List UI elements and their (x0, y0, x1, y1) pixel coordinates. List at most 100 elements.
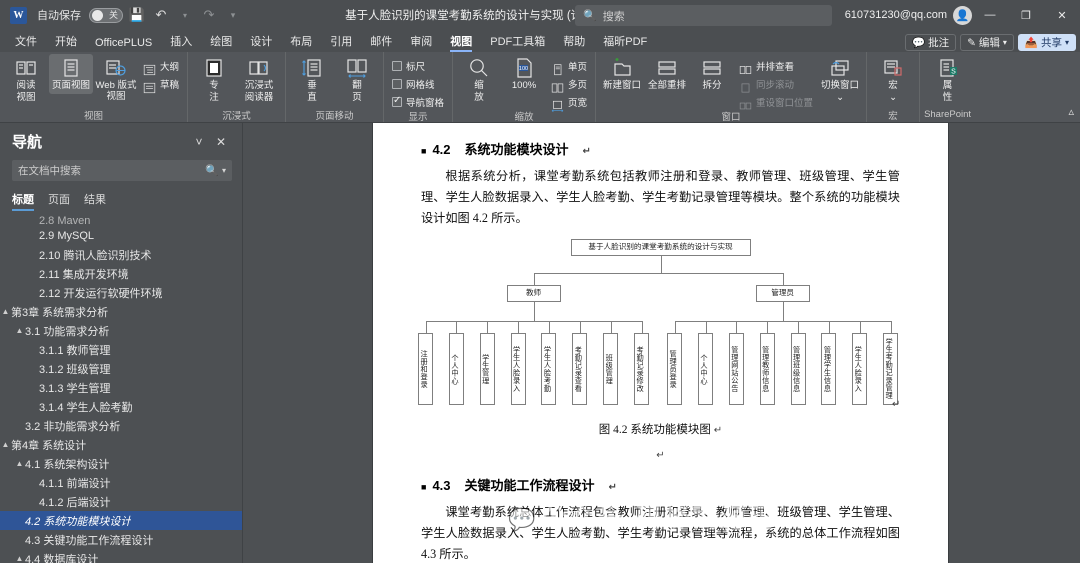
navigation-item[interactable]: 4.1.1 前端设计 (0, 473, 242, 492)
ribbon-button-新建窗口[interactable]: 新建窗口 (600, 54, 644, 94)
navigation-item[interactable]: 3.1.1 教师管理 (0, 340, 242, 359)
close-icon[interactable]: ✕ (210, 132, 232, 152)
expand-triangle-icon[interactable]: ▲ (0, 440, 11, 449)
ribbon-button-宏[interactable]: 宏 ⌄ (871, 54, 915, 106)
chevron-down-icon[interactable]: ˅ (188, 132, 210, 152)
chevron-down-icon[interactable]: ▾ (222, 166, 226, 175)
ribbon-button-拆分[interactable]: 拆分 (690, 54, 734, 94)
figure-caption-4-2: 图 4.2 系统功能模块图 ↵ (421, 421, 900, 437)
navigation-search-input[interactable]: 在文档中搜索 🔍 ▾ (12, 160, 232, 181)
restore-button[interactable]: ❐ (1008, 0, 1044, 30)
ribbon-tab-1[interactable]: 开始 (46, 31, 86, 52)
navigation-item[interactable]: 4.1.2 后端设计 (0, 492, 242, 511)
minimize-button[interactable]: — (972, 0, 1008, 30)
navigation-tab-1[interactable]: 页面 (48, 191, 70, 210)
navigation-item[interactable]: 4.3 关键功能工作流程设计 (0, 530, 242, 549)
undo-dropdown-icon[interactable]: ▾ (175, 5, 195, 25)
ribbon-tab-13[interactable]: 福昕PDF (594, 31, 656, 52)
ribbon-tab-7[interactable]: 引用 (321, 31, 361, 52)
navigation-item[interactable]: 3.2 非功能需求分析 (0, 416, 242, 435)
ribbon-button-属[interactable]: S属性 (926, 54, 970, 106)
save-icon[interactable]: 💾 (127, 5, 147, 25)
checkbox-标尺[interactable] (392, 60, 403, 71)
ribbon-button-垂[interactable]: 垂直 (290, 54, 334, 106)
ribbon-tab-10[interactable]: 视图 (441, 31, 481, 52)
ribbon-button-页面视图[interactable]: 页面视图 (49, 54, 93, 94)
ribbon-item-重设窗口位置[interactable]: 重设窗口位置 (737, 94, 815, 110)
navigation-item[interactable]: 2.8 Maven (0, 216, 242, 226)
ribbon-item-多页[interactable]: 多页 (549, 76, 589, 93)
ribbon-item-大纲[interactable]: 大纲 (141, 58, 181, 76)
ribbon-item-草稿[interactable]: 草稿 (141, 76, 181, 94)
ribbon-item-导航窗格[interactable]: 导航窗格 (390, 94, 446, 109)
account-area[interactable]: 610731230@qq.com 👤 (845, 0, 972, 30)
close-button[interactable]: ✕ (1044, 0, 1080, 30)
document-area[interactable]: ■ 4.2 系统功能模块设计 ↵ 根据系统分析，课堂考勤系统包括教师注册和登录、… (243, 123, 1080, 563)
customize-quick-access-icon[interactable]: ▾ (223, 5, 243, 25)
ribbon-button-沉浸式[interactable]: 沉浸式 阅读器 (237, 54, 281, 106)
navigation-tab-0[interactable]: 标题 (12, 191, 34, 211)
diagram-connector (782, 273, 784, 285)
ribbon-tab-2[interactable]: OfficePLUS (86, 35, 161, 52)
ribbon-tab-9[interactable]: 审阅 (401, 31, 441, 52)
ribbon-button-label2: 阅读器 (244, 92, 274, 103)
ribbon-item-label: 标尺 (406, 61, 426, 73)
search-icon[interactable]: 🔍 (205, 164, 219, 177)
ribbon-group-body: 垂直翻页 (290, 54, 379, 107)
navigation-item[interactable]: ▲ 4.4 数据库设计 (0, 549, 242, 563)
navigation-item[interactable]: 2.12 开发运行软硬件环境 (0, 283, 242, 302)
ribbon-item-标尺[interactable]: 标尺 (390, 58, 446, 73)
navigation-item[interactable]: ▲ 第4章 系统设计 (0, 435, 242, 454)
ribbon-tab-4[interactable]: 绘图 (201, 31, 241, 52)
navigation-tab-2[interactable]: 结果 (84, 191, 106, 210)
ribbon-button-翻[interactable]: 翻页 (335, 54, 379, 106)
expand-triangle-icon[interactable]: ▲ (14, 554, 25, 563)
navigation-item[interactable]: 2.9 MySQL (0, 226, 242, 245)
diagram-leaf-label: 学生人脸录入 (854, 345, 864, 393)
search-box[interactable]: 🔍 搜索 (575, 5, 832, 26)
navigation-item[interactable]: 2.11 集成开发环境 (0, 264, 242, 283)
ribbon-tab-5[interactable]: 设计 (241, 31, 281, 52)
expand-triangle-icon[interactable]: ▲ (14, 326, 25, 335)
navigation-item[interactable]: 4.2 系统功能模块设计 (0, 511, 242, 530)
undo-icon[interactable]: ↶ (151, 5, 171, 25)
autosave-toggle[interactable]: 关 (89, 7, 123, 23)
ribbon-item-同步滚动[interactable]: 同步滚动 (737, 76, 815, 93)
ribbon-button-专[interactable]: 专注 (192, 54, 236, 106)
ribbon-button-全部重排[interactable]: 全部重排 (645, 54, 689, 94)
collapse-ribbon-icon[interactable]: ▵ (1068, 105, 1074, 118)
redo-icon[interactable]: ↷ (199, 5, 219, 25)
ribbon-tab-12[interactable]: 帮助 (554, 31, 594, 52)
navigation-item[interactable]: ▲ 第3章 系统需求分析 (0, 302, 242, 321)
share-button[interactable]: 📤 共享 ▾ (1017, 34, 1076, 51)
navigation-item[interactable]: 3.1.3 学生管理 (0, 378, 242, 397)
ribbon-tab-11[interactable]: PDF工具箱 (481, 31, 554, 52)
ribbon-item-页宽[interactable]: 页宽 (549, 94, 589, 113)
navigation-item[interactable]: 3.1.4 学生人脸考勤 (0, 397, 242, 416)
ribbon-tab-0[interactable]: 文件 (6, 31, 46, 52)
editing-button[interactable]: ✎ 编辑 ▾ (960, 34, 1014, 51)
ribbon-tab-6[interactable]: 布局 (281, 31, 321, 52)
ribbon-item-单页[interactable]: 单页 (549, 58, 589, 76)
navigation-heading-list[interactable]: 2.8 Maven 2.9 MySQL 2.10 腾讯人脸识别技术 2.11 集成开发… (0, 214, 242, 563)
properties-icon: S (937, 57, 959, 79)
ribbon-button-阅读[interactable]: 阅读 视图 (4, 54, 48, 106)
checkbox-导航窗格[interactable] (392, 95, 403, 107)
ribbon-button-Web版式视图[interactable]: Web 版式视图 (94, 54, 138, 105)
ribbon-tab-3[interactable]: 插入 (161, 31, 201, 52)
ribbon-button-切换窗口[interactable]: 切换窗口 ⌄ (818, 54, 862, 106)
navigation-item[interactable]: 3.1.2 班级管理 (0, 359, 242, 378)
ribbon-button-100%[interactable]: 100 100% (502, 54, 546, 94)
checkbox-网格线[interactable] (392, 78, 403, 89)
expand-triangle-icon[interactable]: ▲ (14, 459, 25, 468)
ribbon-item-网格线[interactable]: 网格线 (390, 76, 446, 91)
comments-button[interactable]: 💬 批注 (905, 34, 957, 51)
avatar[interactable]: 👤 (953, 5, 972, 25)
navigation-item[interactable]: ▲ 4.1 系统架构设计 (0, 454, 242, 473)
ribbon-button-缩[interactable]: 缩放 (457, 54, 501, 106)
navigation-item[interactable]: 2.10 腾讯人脸识别技术 (0, 245, 242, 264)
expand-triangle-icon[interactable]: ▲ (0, 307, 11, 316)
ribbon-tab-8[interactable]: 邮件 (361, 31, 401, 52)
ribbon-item-并排查看[interactable]: 并排查看 (737, 58, 815, 74)
navigation-item[interactable]: ▲ 3.1 功能需求分析 (0, 321, 242, 340)
